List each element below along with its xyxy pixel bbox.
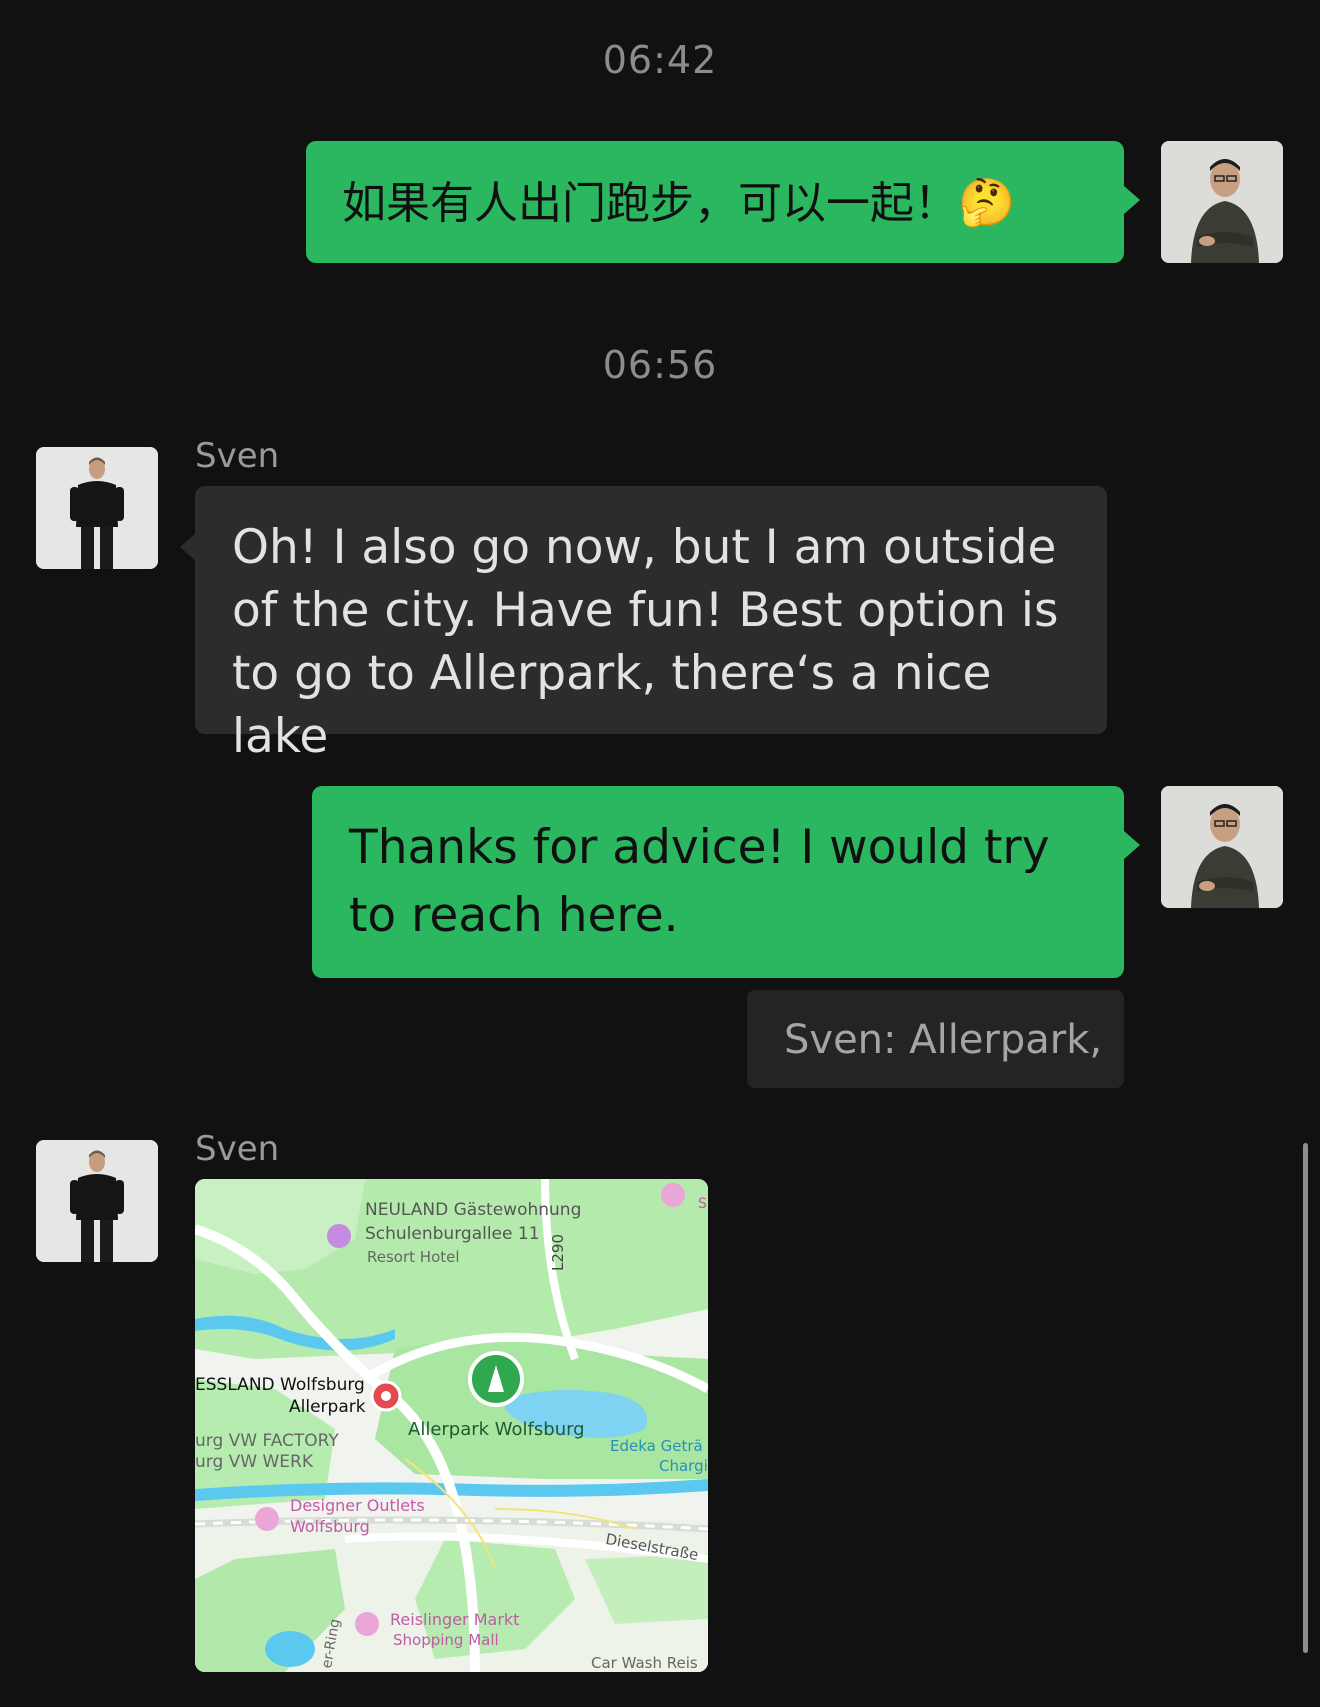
person-portrait-icon	[1161, 141, 1283, 263]
person-portrait-icon	[1161, 786, 1283, 908]
map-label: Resort Hotel	[367, 1248, 460, 1266]
map-label: Edeka Geträ	[610, 1437, 703, 1455]
self-avatar[interactable]	[1161, 141, 1283, 263]
map-label: urg VW WERK	[195, 1452, 314, 1472]
quote-text: Sven: Allerpark,	[784, 1017, 1103, 1063]
person-portrait-icon	[36, 447, 158, 569]
sven-avatar[interactable]	[36, 1140, 158, 1262]
incoming-message-bubble[interactable]: Oh! I also go now, but I am outside of t…	[195, 486, 1107, 764]
map-label: urg VW FACTORY	[195, 1431, 339, 1451]
timestamp: 06:42	[602, 38, 718, 82]
location-map-card[interactable]: NEULAND Gästewohnung Schulenburgallee 11…	[195, 1179, 708, 1672]
map-label: Chargi	[659, 1457, 708, 1475]
road-label: L290	[549, 1234, 567, 1271]
map-label: Wolfsburg	[290, 1517, 370, 1536]
bubble-tail	[1124, 186, 1140, 214]
outgoing-message-bubble[interactable]: 如果有人出门跑步，可以一起！🤔	[306, 141, 1124, 263]
message-text: Oh! I also go now, but I am outside of t…	[232, 520, 1059, 764]
quoted-message[interactable]: Sven: Allerpark,	[747, 990, 1124, 1088]
map-label: Designer Outlets	[290, 1496, 425, 1515]
map-label: NEULAND Gästewohnung	[365, 1200, 582, 1220]
map-label: Schulenburgallee 11	[365, 1224, 540, 1244]
map-label: Allerpark	[289, 1397, 366, 1417]
timestamp: 06:56	[602, 343, 718, 387]
bubble-tail	[1124, 831, 1140, 859]
person-portrait-icon	[36, 1140, 158, 1262]
message-text: 如果有人出门跑步，可以一起！	[342, 178, 958, 229]
message-text: Thanks for advice! I would try to reach …	[349, 820, 1050, 943]
map-label: ESSLAND Wolfsburg	[195, 1375, 365, 1395]
map-label: Allerpark Wolfsburg	[408, 1419, 585, 1440]
outgoing-message-bubble[interactable]: Thanks for advice! I would try to reach …	[312, 786, 1124, 978]
map-label: Reislinger Markt	[390, 1610, 520, 1629]
thinking-emoji: 🤔	[958, 175, 1016, 229]
bubble-tail	[180, 533, 196, 561]
map-label: S	[698, 1196, 707, 1212]
map-label: Shopping Mall	[393, 1631, 499, 1649]
self-avatar[interactable]	[1161, 786, 1283, 908]
scrollbar[interactable]	[1303, 1143, 1308, 1653]
sender-name: Sven	[195, 1129, 280, 1169]
sender-name: Sven	[195, 436, 280, 476]
sven-avatar[interactable]	[36, 447, 158, 569]
map-label: Car Wash Reis	[591, 1654, 698, 1672]
